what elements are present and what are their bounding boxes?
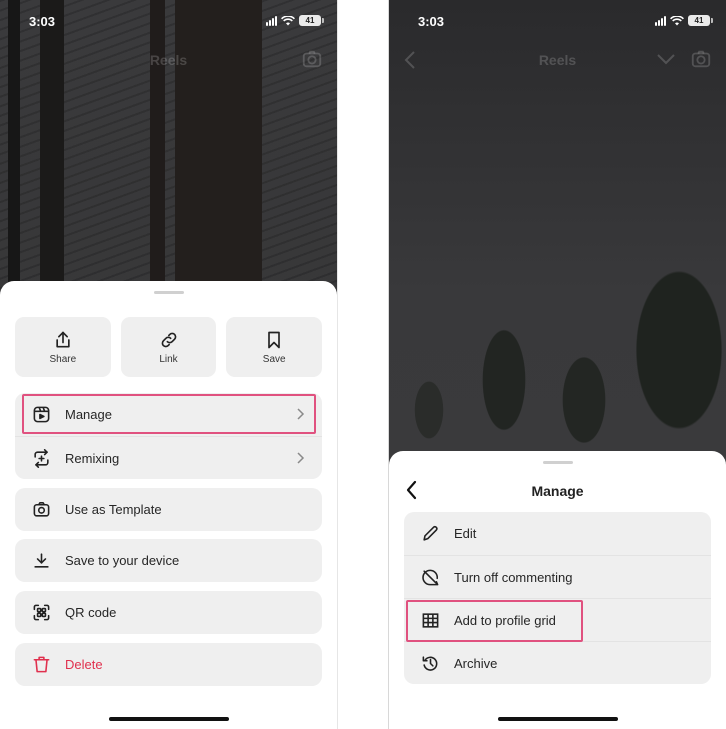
archive-icon bbox=[420, 653, 440, 673]
status-time: 3:03 bbox=[29, 14, 56, 29]
menu-item-label: Delete bbox=[65, 657, 103, 672]
menu-item-delete[interactable]: Delete bbox=[15, 643, 322, 686]
share-label: Share bbox=[49, 353, 77, 365]
menu-item-add-to-profile-grid[interactable]: Add to profile grid bbox=[404, 598, 711, 641]
menu-item-turn-off-commenting[interactable]: Turn off commenting bbox=[404, 555, 711, 598]
chevron-right-icon bbox=[297, 452, 305, 464]
menu-group-save-device: Save to your device bbox=[15, 539, 322, 582]
reels-topbar: Reels bbox=[389, 48, 726, 72]
chevron-right-icon bbox=[297, 408, 305, 420]
menu-item-label: Archive bbox=[454, 655, 498, 671]
chevron-down-icon[interactable] bbox=[656, 52, 676, 66]
camera-icon[interactable] bbox=[301, 48, 323, 70]
status-bar: 3:03 41 bbox=[0, 12, 337, 32]
manage-menu: Edit Turn off commenting Add to profile … bbox=[404, 512, 711, 684]
sheet-title: Manage bbox=[531, 483, 584, 499]
phone-screen-left: 3:03 41 Reels Share Link Save Manage Rem… bbox=[0, 0, 338, 729]
menu-item-label: QR code bbox=[65, 605, 117, 620]
bookmark-icon bbox=[268, 331, 281, 348]
share-icon bbox=[56, 331, 70, 347]
battery-icon: 41 bbox=[688, 15, 713, 26]
signal-icon bbox=[655, 15, 666, 26]
topbar-title: Reels bbox=[149, 52, 188, 68]
manage-header: Manage bbox=[389, 475, 726, 505]
link-button[interactable]: Link bbox=[120, 317, 217, 377]
save-label: Save bbox=[262, 353, 286, 365]
menu-item-qr-code[interactable]: QR code bbox=[15, 591, 322, 634]
pencil-icon bbox=[420, 524, 440, 544]
link-label: Link bbox=[159, 353, 178, 365]
reels-icon bbox=[31, 405, 51, 425]
sheet-grabber[interactable] bbox=[153, 291, 184, 294]
signal-icon bbox=[266, 15, 277, 26]
status-time: 3:03 bbox=[418, 14, 445, 29]
camera-icon[interactable] bbox=[690, 48, 712, 70]
download-icon bbox=[31, 551, 51, 571]
menu-item-label: Add to profile grid bbox=[454, 612, 556, 628]
options-sheet: Share Link Save Manage Remixing Use as T… bbox=[0, 281, 337, 729]
menu-item-save-to-device[interactable]: Save to your device bbox=[15, 539, 322, 582]
menu-item-label: Edit bbox=[454, 526, 477, 541]
home-indicator bbox=[497, 717, 618, 721]
menu-group-manage: Manage Remixing bbox=[15, 393, 322, 479]
quick-actions: Share Link Save bbox=[15, 317, 323, 377]
menu-item-use-as-template[interactable]: Use as Template bbox=[15, 488, 322, 531]
qr-code-icon bbox=[31, 603, 51, 623]
menu-item-edit[interactable]: Edit bbox=[404, 512, 711, 555]
comment-off-icon bbox=[420, 567, 440, 587]
wifi-icon bbox=[670, 15, 684, 25]
menu-item-label: Save to your device bbox=[65, 553, 180, 568]
battery-icon: 41 bbox=[299, 15, 324, 26]
phone-screen-right: 3:03 41 Reels Manage Edit Turn off comme… bbox=[388, 0, 726, 729]
menu-item-label: Remixing bbox=[65, 450, 120, 466]
reels-topbar: Reels bbox=[0, 48, 337, 72]
menu-item-archive[interactable]: Archive bbox=[404, 641, 711, 684]
menu-item-manage[interactable]: Manage bbox=[15, 393, 322, 436]
link-icon bbox=[161, 332, 176, 347]
menu-group-delete: Delete bbox=[15, 643, 322, 686]
share-button[interactable]: Share bbox=[15, 317, 111, 377]
camera-icon bbox=[31, 500, 51, 520]
trash-icon bbox=[31, 655, 51, 675]
menu-item-label: Use as Template bbox=[65, 502, 162, 517]
menu-group-qr: QR code bbox=[15, 591, 322, 634]
menu-item-label: Manage bbox=[65, 407, 112, 422]
sheet-grabber[interactable] bbox=[542, 461, 573, 464]
status-bar: 3:03 41 bbox=[389, 12, 726, 32]
manage-sheet: Manage Edit Turn off commenting Add to p… bbox=[389, 451, 726, 729]
menu-item-remixing[interactable]: Remixing bbox=[15, 436, 322, 479]
save-button[interactable]: Save bbox=[226, 317, 323, 377]
home-indicator bbox=[108, 717, 229, 721]
menu-group-template: Use as Template bbox=[15, 488, 322, 531]
wifi-icon bbox=[281, 15, 295, 25]
remix-icon bbox=[31, 448, 51, 468]
grid-icon bbox=[420, 610, 440, 630]
menu-item-label: Turn off commenting bbox=[454, 569, 573, 585]
